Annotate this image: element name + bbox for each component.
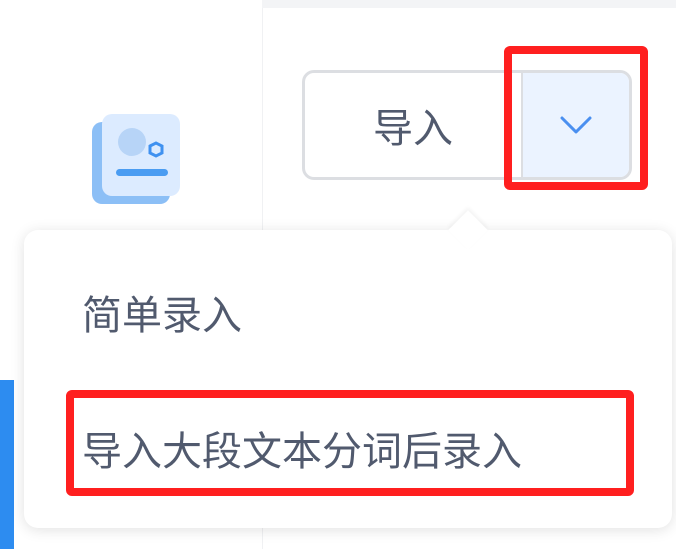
menu-item-import-large-text[interactable]: 导入大段文本分词后录入: [82, 432, 522, 472]
dropdown-toggle-button[interactable]: [521, 73, 629, 177]
menu-item-simple-entry[interactable]: 简单录入: [82, 296, 242, 336]
document-icon: [88, 112, 184, 208]
left-accent-bar: [0, 380, 14, 549]
dropdown-menu: 简单录入 导入大段文本分词后录入: [24, 210, 672, 528]
import-button-group: 导入: [302, 70, 632, 180]
import-button[interactable]: 导入: [305, 73, 521, 177]
chevron-down-icon: [560, 116, 592, 134]
